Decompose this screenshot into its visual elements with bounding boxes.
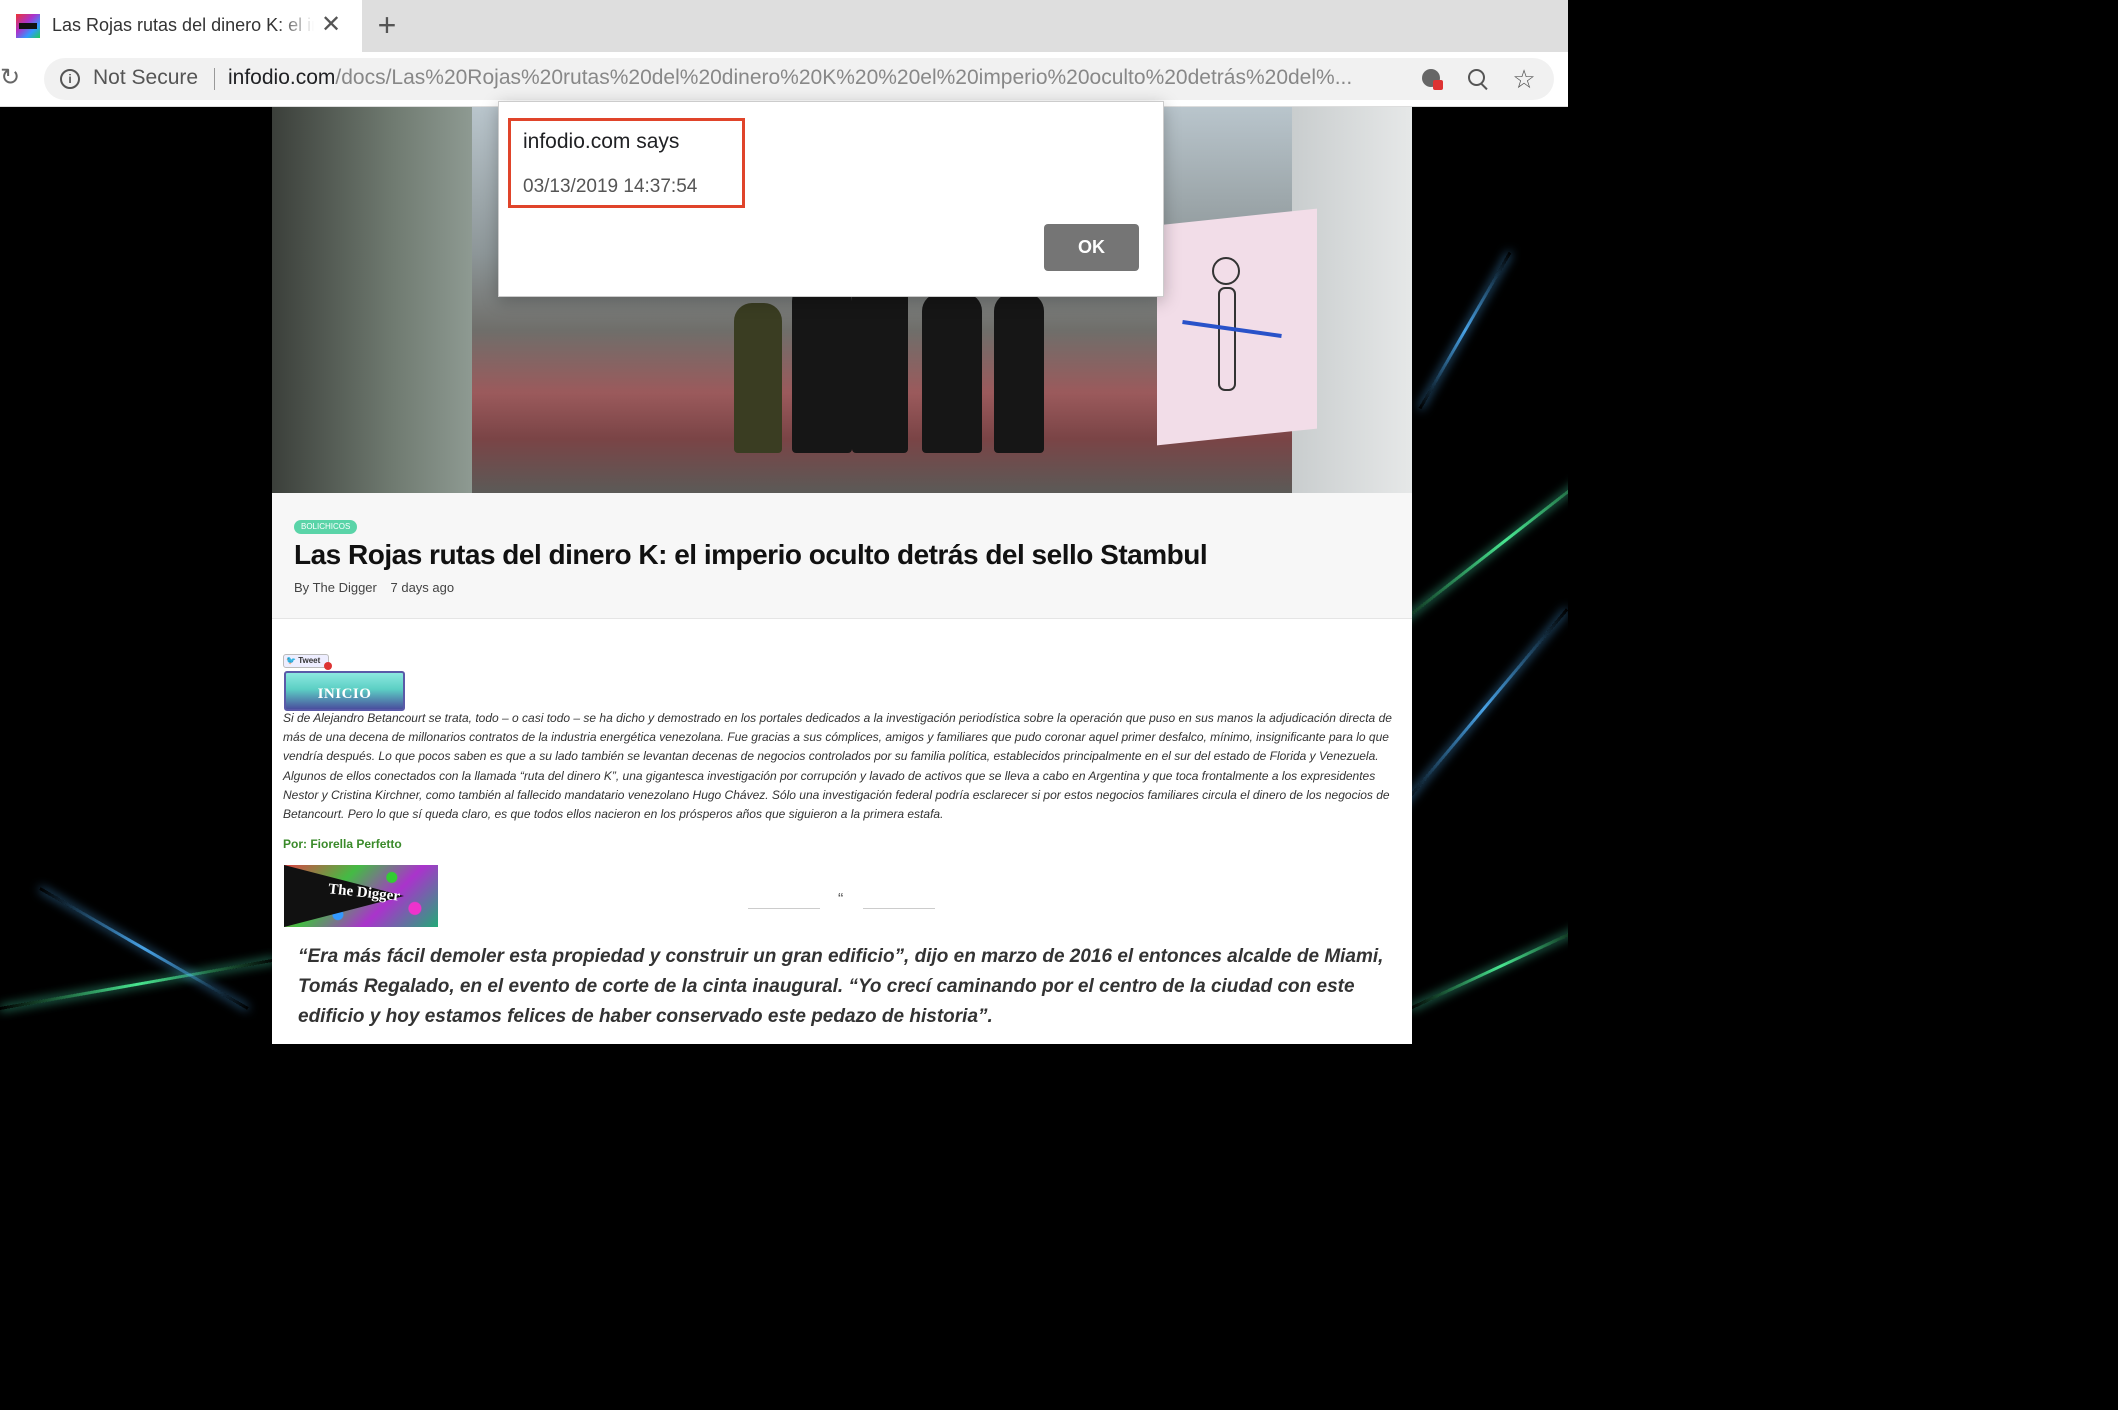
omnibox-separator (214, 68, 215, 90)
url-host: infodio.com (228, 66, 336, 89)
twitter-bird-icon: 🐦 (286, 656, 296, 665)
drawing-figure-body (1218, 287, 1236, 391)
quote-divider (748, 908, 820, 909)
cookie-blocked-icon[interactable] (1420, 67, 1444, 91)
byline-prefix: By (294, 580, 310, 595)
laser-decoration (1398, 608, 1568, 810)
byline: By The Digger 7 days ago (294, 580, 454, 595)
reload-icon[interactable]: ↻ (0, 65, 22, 91)
browser-tab[interactable]: Las Rojas rutas del dinero K: el imperio… (0, 0, 362, 52)
dialog-message: 03/13/2019 14:37:54 (523, 176, 698, 197)
alert-dialog: infodio.com says 03/13/2019 14:37:54 OK (498, 101, 1164, 297)
tab-title: Las Rojas rutas del dinero K: el imperio… (52, 15, 314, 35)
inicio-button[interactable]: INICIO (284, 671, 405, 711)
dialog-title: infodio.com says (523, 130, 680, 153)
tweet-button[interactable]: 🐦 Tweet (283, 654, 329, 668)
url-path: /docs/Las%20Rojas%20rutas%20del%20dinero… (335, 66, 1353, 89)
site-favicon-icon (16, 14, 40, 38)
silhouette-figure (994, 293, 1044, 453)
laser-decoration (39, 887, 249, 1010)
laser-decoration (1418, 251, 1512, 410)
silhouette-figure (922, 293, 982, 453)
pull-quote: “Era más fácil demoler esta propiedad y … (298, 946, 1384, 1027)
category-badge[interactable]: BOLICHICOS (294, 520, 358, 534)
article-header: BOLICHICOS Las Rojas rutas del dinero K:… (272, 493, 1412, 619)
address-bar[interactable]: i Not Secure infodio.com/docs/Las%20Roja… (44, 58, 1554, 100)
author-credit: Por: Fiorella Perfetto (283, 837, 402, 851)
quote-mark: “ (838, 891, 844, 908)
browser-toolbar: ↻ i Not Secure infodio.com/docs/Las%20Ro… (0, 52, 1568, 107)
star-icon[interactable]: ☆ (1512, 66, 1536, 92)
tweet-label: Tweet (298, 656, 321, 665)
quote-divider (863, 908, 935, 909)
article-title: Las Rojas rutas del dinero K: el imperio… (294, 539, 1208, 570)
url-text[interactable]: infodio.com/docs/Las%20Rojas%20rutas%20d… (228, 66, 1418, 90)
tab-strip: Las Rojas rutas del dinero K: el imperio… (0, 0, 1568, 52)
post-date: 7 days ago (390, 580, 455, 595)
silhouette-figure (792, 283, 852, 453)
the-digger-logo: The Digger (284, 865, 438, 927)
zoom-icon[interactable] (1466, 67, 1490, 91)
silhouette-figure (734, 303, 782, 453)
author-link[interactable]: The Digger (313, 580, 377, 595)
tab-close-icon[interactable]: ✕ (320, 12, 342, 38)
info-icon[interactable]: i (60, 69, 80, 89)
drawing-figure-head (1212, 257, 1240, 285)
blocked-icon (324, 662, 332, 670)
ok-button[interactable]: OK (1044, 224, 1139, 271)
security-label[interactable]: Not Secure (93, 66, 198, 90)
laser-decoration (1409, 922, 1568, 1010)
new-tab-button[interactable]: + (372, 9, 402, 41)
storefront-image (272, 107, 472, 493)
silhouette-figure (852, 278, 908, 453)
article-intro: Si de Alejandro Betancourt se trata, tod… (283, 711, 1392, 822)
